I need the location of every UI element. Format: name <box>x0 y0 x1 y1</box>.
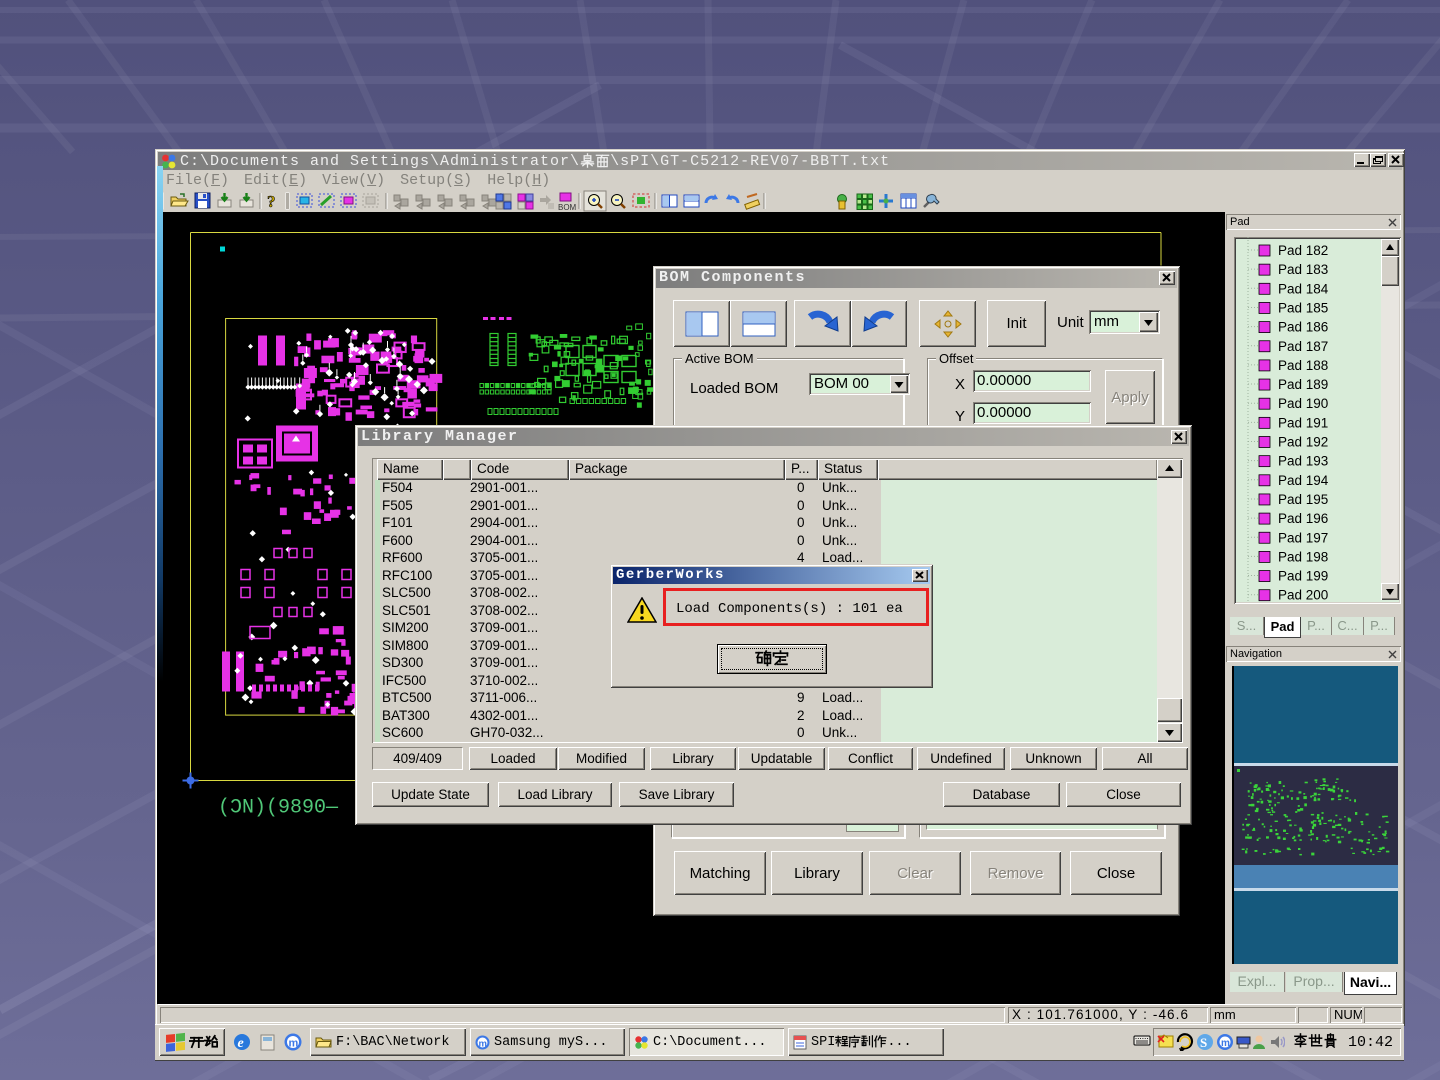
svg-text:m: m <box>479 1038 487 1049</box>
svg-text:Pad 195: Pad 195 <box>1278 492 1328 507</box>
svg-text:Pad 187: Pad 187 <box>1278 339 1328 354</box>
svg-text:Pad 182: Pad 182 <box>1278 243 1328 258</box>
svg-text:(ƆN)(9890—: (ƆN)(9890— <box>218 797 339 820</box>
svg-text:e: e <box>238 1036 244 1051</box>
svg-text:S: S <box>1200 1035 1207 1050</box>
svg-text:Pad 183: Pad 183 <box>1278 262 1328 277</box>
svg-text:m: m <box>289 1038 299 1050</box>
svg-text:Pad 189: Pad 189 <box>1278 377 1328 392</box>
svg-text:?: ? <box>267 192 276 211</box>
svg-text:Pad 186: Pad 186 <box>1278 320 1328 335</box>
svg-text:Pad 191: Pad 191 <box>1278 415 1328 430</box>
svg-text:Pad 198: Pad 198 <box>1278 549 1328 564</box>
svg-text:Pad 190: Pad 190 <box>1278 396 1328 411</box>
svg-text:Pad 184: Pad 184 <box>1278 281 1329 296</box>
svg-text:Pad 194: Pad 194 <box>1278 473 1329 488</box>
svg-text:Pad 196: Pad 196 <box>1278 511 1328 526</box>
svg-text:Pad 188: Pad 188 <box>1278 358 1328 373</box>
svg-text:Pad 199: Pad 199 <box>1278 569 1328 584</box>
svg-text:BOM: BOM <box>558 203 577 212</box>
svg-text:Pad 197: Pad 197 <box>1278 530 1328 545</box>
svg-text:Pad 200: Pad 200 <box>1278 588 1328 602</box>
svg-text:m: m <box>1221 1038 1230 1049</box>
svg-text:Pad 193: Pad 193 <box>1278 454 1328 469</box>
svg-text:Pad 192: Pad 192 <box>1278 435 1328 450</box>
svg-text:Pad 185: Pad 185 <box>1278 300 1328 315</box>
